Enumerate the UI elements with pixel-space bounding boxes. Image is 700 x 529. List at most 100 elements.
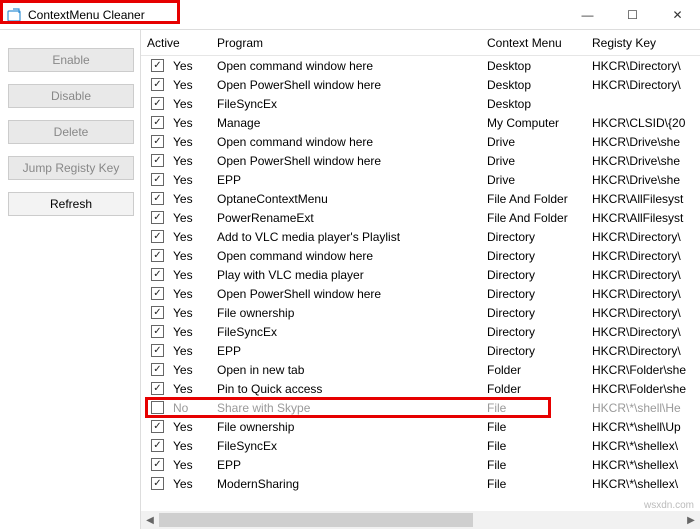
active-value: Yes: [173, 97, 193, 111]
row-checkbox[interactable]: [151, 287, 164, 300]
table-row[interactable]: YesOpen in new tabFolderHKCR\Folder\she: [141, 360, 700, 379]
cell-program: Open PowerShell window here: [211, 287, 481, 301]
row-checkbox[interactable]: [151, 401, 164, 414]
maximize-button[interactable]: ☐: [610, 0, 655, 30]
row-checkbox[interactable]: [151, 363, 164, 376]
cell-registry: HKCR\*\shellex\: [586, 477, 686, 491]
row-checkbox[interactable]: [151, 344, 164, 357]
row-checkbox[interactable]: [151, 268, 164, 281]
table-row[interactable]: YesOpen command window hereDesktopHKCR\D…: [141, 56, 700, 75]
horizontal-scrollbar[interactable]: ◀ ▶: [141, 511, 700, 529]
cell-registry: HKCR\Directory\: [586, 230, 686, 244]
cell-program: Open command window here: [211, 249, 481, 263]
jump-registry-key-button[interactable]: Jump Registy Key: [8, 156, 134, 180]
table-row[interactable]: YesManageMy ComputerHKCR\CLSID\{20: [141, 113, 700, 132]
table-row[interactable]: YesPin to Quick accessFolderHKCR\Folder\…: [141, 379, 700, 398]
disable-button[interactable]: Disable: [8, 84, 134, 108]
delete-button[interactable]: Delete: [8, 120, 134, 144]
row-checkbox[interactable]: [151, 78, 164, 91]
table-row[interactable]: Yes FileSyncExDesktop: [141, 94, 700, 113]
row-checkbox[interactable]: [151, 192, 164, 205]
active-value: Yes: [173, 192, 193, 206]
cell-registry: HKCR\Drive\she: [586, 135, 686, 149]
cell-context: File And Folder: [481, 211, 586, 225]
table-row[interactable]: YesModernSharingFileHKCR\*\shellex\: [141, 474, 700, 493]
table-row[interactable]: YesEPPDriveHKCR\Drive\she: [141, 170, 700, 189]
row-checkbox[interactable]: [151, 382, 164, 395]
column-header-active[interactable]: Active: [141, 36, 211, 50]
row-checkbox[interactable]: [151, 135, 164, 148]
cell-context: Drive: [481, 135, 586, 149]
minimize-button[interactable]: —: [565, 0, 610, 30]
table-row[interactable]: YesFile ownershipDirectoryHKCR\Directory…: [141, 303, 700, 322]
row-checkbox[interactable]: [151, 97, 164, 110]
cell-program: Open command window here: [211, 59, 481, 73]
table-row[interactable]: YesAdd to VLC media player's PlaylistDir…: [141, 227, 700, 246]
table-row[interactable]: NoShare with SkypeFileHKCR\*\shell\He: [141, 398, 700, 417]
row-checkbox[interactable]: [151, 154, 164, 167]
row-checkbox[interactable]: [151, 420, 164, 433]
cell-context: Desktop: [481, 97, 586, 111]
table-row[interactable]: YesOptaneContextMenuFile And FolderHKCR\…: [141, 189, 700, 208]
cell-program: File ownership: [211, 306, 481, 320]
table-row[interactable]: YesPowerRenameExtFile And FolderHKCR\All…: [141, 208, 700, 227]
cell-program: Play with VLC media player: [211, 268, 481, 282]
row-checkbox[interactable]: [151, 249, 164, 262]
sidebar: Enable Disable Delete Jump Registy Key R…: [0, 30, 140, 529]
active-value: Yes: [173, 154, 193, 168]
row-checkbox[interactable]: [151, 439, 164, 452]
row-checkbox[interactable]: [151, 325, 164, 338]
watermark: wsxdn.com: [644, 500, 694, 511]
active-value: Yes: [173, 116, 193, 130]
cell-active: Yes: [141, 211, 211, 225]
row-checkbox[interactable]: [151, 116, 164, 129]
table-row[interactable]: YesOpen PowerShell window hereDirectoryH…: [141, 284, 700, 303]
cell-context: Directory: [481, 344, 586, 358]
row-checkbox[interactable]: [151, 458, 164, 471]
table-row[interactable]: YesOpen command window hereDirectoryHKCR…: [141, 246, 700, 265]
row-checkbox[interactable]: [151, 477, 164, 490]
scroll-track[interactable]: [159, 511, 682, 529]
row-checkbox[interactable]: [151, 306, 164, 319]
cell-program: Open PowerShell window here: [211, 78, 481, 92]
scroll-left-icon[interactable]: ◀: [141, 511, 159, 529]
scroll-thumb[interactable]: [159, 513, 473, 527]
row-checkbox[interactable]: [151, 230, 164, 243]
cell-context: My Computer: [481, 116, 586, 130]
table-row[interactable]: Yes FileSyncExFileHKCR\*\shellex\: [141, 436, 700, 455]
row-checkbox[interactable]: [151, 211, 164, 224]
enable-button[interactable]: Enable: [8, 48, 134, 72]
table-row[interactable]: YesOpen command window hereDriveHKCR\Dri…: [141, 132, 700, 151]
cell-active: Yes: [141, 268, 211, 282]
cell-active: Yes: [141, 477, 211, 491]
row-checkbox[interactable]: [151, 59, 164, 72]
cell-active: Yes: [141, 192, 211, 206]
table-row[interactable]: YesEPPFileHKCR\*\shellex\: [141, 455, 700, 474]
cell-active: No: [141, 401, 211, 415]
cell-program: Open in new tab: [211, 363, 481, 377]
table-row[interactable]: YesEPPDirectoryHKCR\Directory\: [141, 341, 700, 360]
table-row[interactable]: Yes FileSyncExDirectoryHKCR\Directory\: [141, 322, 700, 341]
column-header-registry[interactable]: Registy Key: [586, 36, 686, 50]
table-row[interactable]: YesOpen PowerShell window hereDesktopHKC…: [141, 75, 700, 94]
table-row[interactable]: YesPlay with VLC media playerDirectoryHK…: [141, 265, 700, 284]
cell-program: Open command window here: [211, 135, 481, 149]
table-row[interactable]: YesFile ownershipFileHKCR\*\shell\Up: [141, 417, 700, 436]
column-header-context[interactable]: Context Menu: [481, 36, 586, 50]
row-checkbox[interactable]: [151, 173, 164, 186]
refresh-button[interactable]: Refresh: [8, 192, 134, 216]
cell-active: Yes: [141, 230, 211, 244]
cell-active: Yes: [141, 287, 211, 301]
cell-context: Directory: [481, 230, 586, 244]
cell-program: Manage: [211, 116, 481, 130]
table-row[interactable]: YesOpen PowerShell window hereDriveHKCR\…: [141, 151, 700, 170]
close-button[interactable]: ✕: [655, 0, 700, 30]
active-value: Yes: [173, 363, 193, 377]
cell-registry: HKCR\Directory\: [586, 306, 686, 320]
active-value: Yes: [173, 344, 193, 358]
scroll-right-icon[interactable]: ▶: [682, 511, 700, 529]
cell-registry: HKCR\Drive\she: [586, 173, 686, 187]
cell-program: OptaneContextMenu: [211, 192, 481, 206]
column-header-program[interactable]: Program: [211, 36, 481, 50]
active-value: Yes: [173, 477, 193, 491]
